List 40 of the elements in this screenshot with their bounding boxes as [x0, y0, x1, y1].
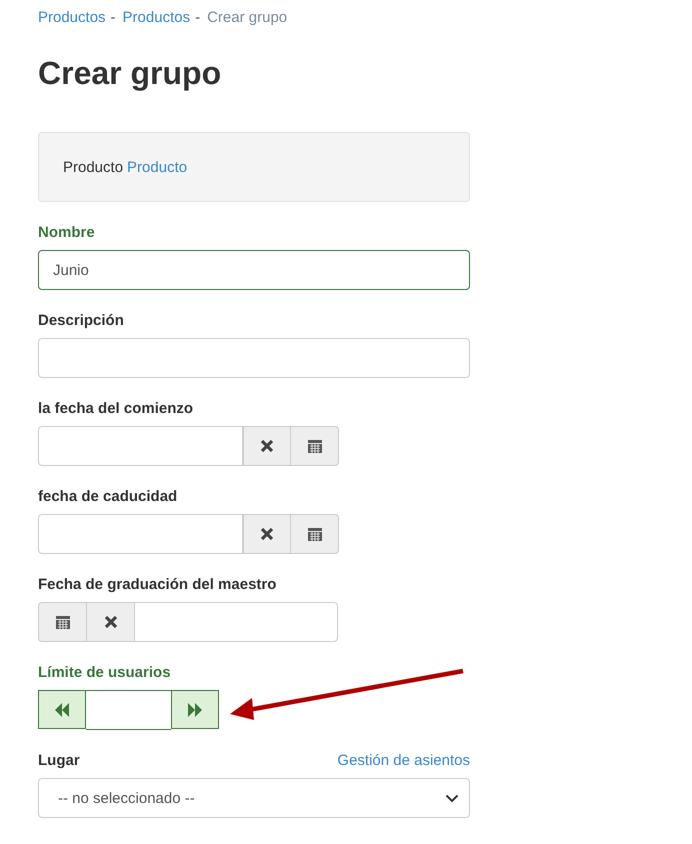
rewind-icon	[54, 702, 70, 716]
calendar-icon	[306, 526, 322, 542]
close-icon	[104, 615, 118, 629]
calendar-icon	[306, 438, 322, 454]
product-link[interactable]: Producto	[127, 158, 188, 176]
seat-management-link[interactable]: Gestión de asientos	[337, 752, 470, 768]
calendar-button[interactable]	[291, 514, 339, 554]
select-dropdown[interactable]: -- no seleccionado --	[38, 778, 470, 818]
date-field[interactable]	[134, 602, 338, 642]
calendar-button[interactable]	[291, 426, 339, 466]
text-field[interactable]: Junio	[38, 250, 470, 290]
calendar-icon	[54, 614, 70, 630]
field-label: Límite de usuarios	[38, 664, 171, 680]
clear-button[interactable]	[243, 426, 291, 466]
page-title: Crear grupo	[38, 54, 222, 93]
close-icon	[260, 439, 274, 453]
decrement-button[interactable]	[38, 690, 86, 729]
product-label: Producto	[63, 158, 124, 176]
breadcrumb-separator: -	[110, 8, 116, 26]
fast-forward-icon	[187, 702, 203, 716]
field-label: Fecha de graduación del maestro	[38, 576, 276, 592]
field-label: la fecha del comienzo	[38, 400, 194, 416]
field-label: fecha de caducidad	[38, 488, 178, 504]
breadcrumb-link[interactable]: Productos	[38, 8, 106, 26]
breadcrumb-separator: -	[195, 8, 200, 26]
text-field[interactable]	[38, 338, 470, 378]
breadcrumb-current: Crear grupo	[207, 8, 288, 26]
field-label: Lugar	[38, 752, 80, 768]
breadcrumb-link[interactable]: Productos	[122, 8, 190, 26]
calendar-button[interactable]	[38, 602, 86, 642]
date-field[interactable]	[38, 426, 243, 466]
date-field[interactable]	[38, 514, 243, 554]
chevron-down-icon	[445, 794, 459, 802]
close-icon	[260, 527, 274, 541]
field-label: Nombre	[38, 224, 95, 240]
clear-button[interactable]	[243, 514, 291, 554]
number-field[interactable]	[86, 690, 171, 730]
increment-button[interactable]	[171, 690, 219, 729]
field-label: Descripción	[38, 312, 124, 328]
clear-button[interactable]	[86, 602, 134, 642]
